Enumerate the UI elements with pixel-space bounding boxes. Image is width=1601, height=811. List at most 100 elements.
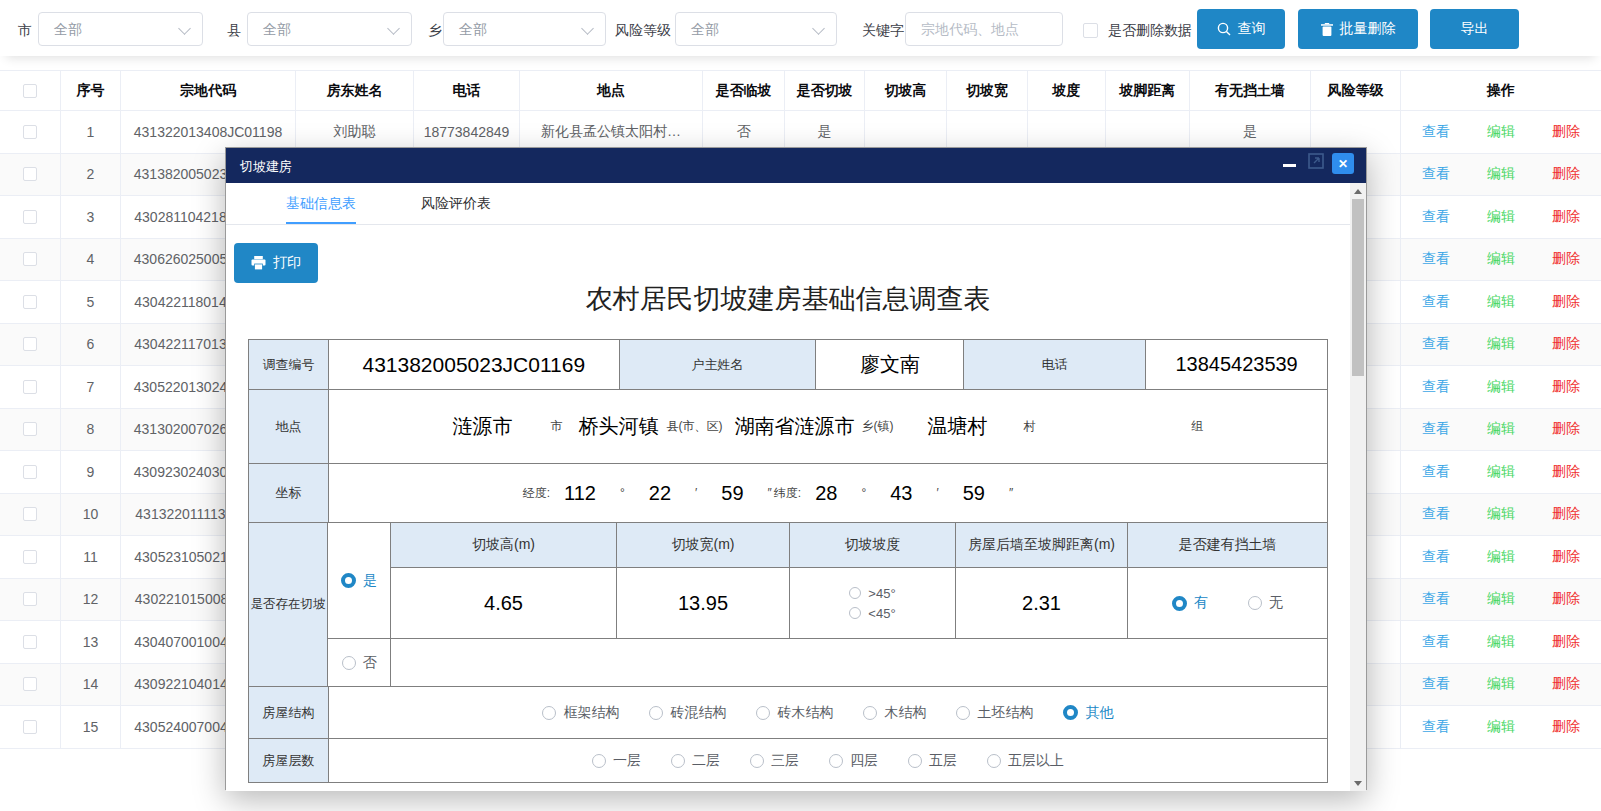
radio-structure-1[interactable]: 砖混结构 [649,704,726,722]
radio-grade-lt45[interactable]: <45° [849,606,895,621]
delete-link[interactable]: 删除 [1552,548,1580,566]
edit-link[interactable]: 编辑 [1487,548,1515,566]
delete-link[interactable]: 删除 [1552,378,1580,396]
scrollbar-thumb[interactable] [1352,199,1364,376]
view-link[interactable]: 查看 [1422,420,1450,438]
edit-link[interactable]: 编辑 [1487,250,1515,268]
delete-link[interactable]: 删除 [1552,463,1580,481]
delete-link[interactable]: 删除 [1552,165,1580,183]
row-checkbox[interactable] [23,125,37,139]
radio-wall-yes[interactable]: 有 [1172,594,1208,612]
edit-link[interactable]: 编辑 [1487,293,1515,311]
radio-structure-0[interactable]: 框架结构 [542,704,619,722]
radio-grade-gt45[interactable]: >45° [849,586,895,601]
city-select[interactable]: 全部 [38,12,203,46]
row-checkbox[interactable] [23,465,37,479]
row-checkbox[interactable] [23,550,37,564]
view-link[interactable]: 查看 [1422,250,1450,268]
edit-link[interactable]: 编辑 [1487,633,1515,651]
radio-structure-5[interactable]: 其他 [1063,704,1113,722]
vertical-scrollbar[interactable] [1350,183,1366,791]
radio-floors-5[interactable]: 五层以上 [987,752,1064,770]
radio-floors-4[interactable]: 五层 [908,752,957,770]
edit-link[interactable]: 编辑 [1487,208,1515,226]
delete-link[interactable]: 删除 [1552,633,1580,651]
view-link[interactable]: 查看 [1422,675,1450,693]
print-button[interactable]: 打印 [234,243,318,283]
tab-basic-info[interactable]: 基础信息表 [286,195,356,213]
delete-link[interactable]: 删除 [1552,718,1580,736]
edit-link[interactable]: 编辑 [1487,378,1515,396]
row-checkbox[interactable] [23,592,37,606]
radio-structure-2[interactable]: 砖木结构 [756,704,833,722]
view-link[interactable]: 查看 [1422,123,1450,141]
view-link[interactable]: 查看 [1422,463,1450,481]
radio-structure-3[interactable]: 木结构 [863,704,926,722]
tab-risk-evaluation[interactable]: 风险评价表 [421,195,491,213]
county-select[interactable]: 全部 [247,12,412,46]
scroll-down-arrow[interactable] [1350,775,1366,791]
edit-link[interactable]: 编辑 [1487,165,1515,183]
edit-link[interactable]: 编辑 [1487,123,1515,141]
edit-link[interactable]: 编辑 [1487,335,1515,353]
radio-slope-yes[interactable]: 是 [341,572,377,590]
scroll-up-arrow[interactable] [1350,183,1366,199]
cell-ops: 查看 编辑 删除 [1401,664,1601,706]
delete-link[interactable]: 删除 [1552,208,1580,226]
maximize-icon[interactable] [1308,153,1324,169]
edit-link[interactable]: 编辑 [1487,505,1515,523]
row-checkbox[interactable] [23,167,37,181]
view-link[interactable]: 查看 [1422,548,1450,566]
view-link[interactable]: 查看 [1422,335,1450,353]
sub-header-slope-height: 切坡高(m) [391,523,617,568]
query-button[interactable]: 查询 [1197,9,1285,49]
radio-floors-1[interactable]: 二层 [671,752,720,770]
risk-select[interactable]: 全部 [675,12,837,46]
close-icon[interactable]: ✕ [1332,153,1354,174]
view-link[interactable]: 查看 [1422,505,1450,523]
view-link[interactable]: 查看 [1422,633,1450,651]
select-all-checkbox[interactable] [23,84,37,98]
delete-link[interactable]: 删除 [1552,590,1580,608]
keyword-input[interactable] [905,12,1063,46]
radio-structure-4[interactable]: 土坯结构 [956,704,1033,722]
delete-link[interactable]: 删除 [1552,675,1580,693]
radio-floors-0[interactable]: 一层 [592,752,641,770]
delete-link[interactable]: 删除 [1552,505,1580,523]
radio-floors-2[interactable]: 三层 [750,752,799,770]
row-checkbox[interactable] [23,422,37,436]
export-button[interactable]: 导出 [1430,9,1519,49]
view-link[interactable]: 查看 [1422,718,1450,736]
view-link[interactable]: 查看 [1422,293,1450,311]
edit-link[interactable]: 编辑 [1487,718,1515,736]
row-checkbox[interactable] [23,210,37,224]
township-select[interactable]: 全部 [443,12,606,46]
delete-link[interactable]: 删除 [1552,250,1580,268]
delete-data-checkbox[interactable] [1083,23,1098,38]
view-link[interactable]: 查看 [1422,378,1450,396]
row-checkbox[interactable] [23,252,37,266]
row-checkbox[interactable] [23,507,37,521]
row-checkbox[interactable] [23,635,37,649]
delete-link[interactable]: 删除 [1552,335,1580,353]
edit-link[interactable]: 编辑 [1487,675,1515,693]
row-checkbox[interactable] [23,295,37,309]
edit-link[interactable]: 编辑 [1487,463,1515,481]
delete-link[interactable]: 删除 [1552,293,1580,311]
minimize-icon[interactable] [1283,164,1296,167]
row-checkbox[interactable] [23,380,37,394]
radio-floors-3[interactable]: 四层 [829,752,878,770]
edit-link[interactable]: 编辑 [1487,590,1515,608]
radio-wall-no[interactable]: 无 [1248,594,1283,612]
edit-link[interactable]: 编辑 [1487,420,1515,438]
view-link[interactable]: 查看 [1422,590,1450,608]
batch-delete-button[interactable]: 批量删除 [1298,9,1418,49]
delete-link[interactable]: 删除 [1552,420,1580,438]
delete-link[interactable]: 删除 [1552,123,1580,141]
row-checkbox[interactable] [23,720,37,734]
view-link[interactable]: 查看 [1422,165,1450,183]
radio-slope-no[interactable]: 否 [342,654,377,672]
row-checkbox[interactable] [23,337,37,351]
view-link[interactable]: 查看 [1422,208,1450,226]
row-checkbox[interactable] [23,677,37,691]
